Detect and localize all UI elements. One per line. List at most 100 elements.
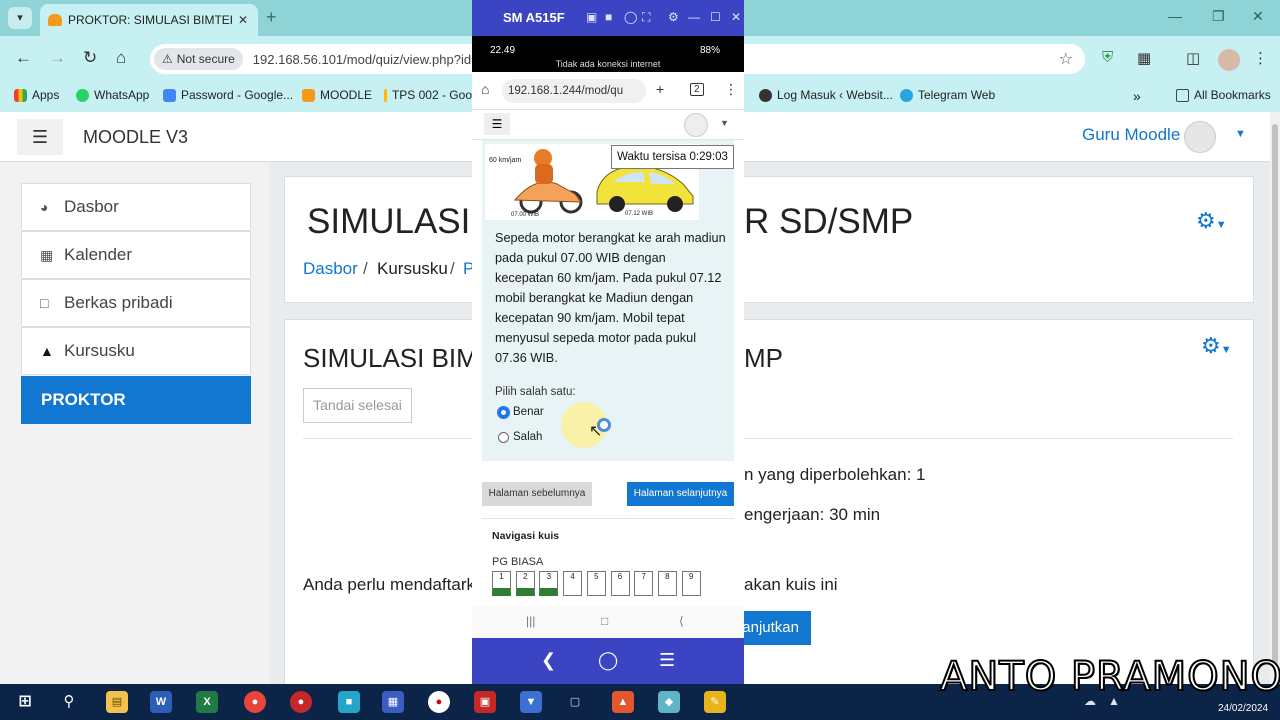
file-explorer-icon[interactable]: ▤ [106,691,128,713]
quiz-settings-gear-icon[interactable]: ⚙▼ [1201,333,1232,359]
home-icon[interactable]: ⌂ [116,48,126,68]
app-red-icon[interactable]: ● [290,691,312,713]
browser-tab-active[interactable]: PROKTOR: SIMULASI BIMTEK P ✕ [40,4,258,36]
sidebar-item-berkas[interactable]: □ Berkas pribadi [21,279,251,327]
breadcrumb-kursusku[interactable]: Kursusku [377,259,448,279]
bookmark-moodle[interactable]: MOODLE [302,88,372,102]
user-avatar[interactable] [1184,121,1216,153]
maximize-icon[interactable]: ☐ [710,10,721,24]
settings-icon[interactable]: ⚙ [668,10,679,24]
minimize-icon[interactable]: — [688,10,700,24]
radio-selected[interactable] [497,405,510,419]
scrollbar-thumb[interactable] [1272,124,1278,664]
bookmark-star-icon[interactable]: ☆ [1059,49,1073,69]
bookmark-log-masuk[interactable]: Log Masuk ‹ Websit... [759,88,893,102]
sidebar-item-proktor[interactable]: PROKTOR [21,376,251,424]
mirror-back-icon[interactable]: ❮ [541,650,556,671]
close-icon[interactable]: ✕ [731,10,741,24]
time-limit-text: engerjaan: 30 min [744,505,881,524]
network-app-icon[interactable]: ▦ [382,691,404,713]
sidebar-item-kursusku[interactable]: ▲ Kursusku [21,327,251,375]
user-name[interactable]: Guru Moodle [1082,125,1180,145]
previous-page-button[interactable]: Halaman sebelumnya [482,482,592,506]
side-panel-icon[interactable]: ◫ [1186,49,1200,67]
phone-tab-count[interactable]: 2 [690,83,704,96]
chrome-icon[interactable]: ● [244,691,266,713]
fullscreen-icon[interactable]: ⛶ [642,10,650,25]
new-tab-icon[interactable]: + [266,7,277,28]
windows-start-icon[interactable]: ⊞ [14,691,36,713]
orange-app-icon[interactable]: ▲ [612,691,634,713]
all-bookmarks[interactable]: All Bookmarks [1176,88,1271,102]
phone-user-caret-icon[interactable]: ▼ [720,118,729,128]
recorder-icon[interactable]: ● [428,691,450,713]
forward-icon[interactable]: → [49,48,66,68]
shield-extension-icon[interactable]: ⛨ [1102,49,1113,66]
profile-avatar[interactable] [1218,49,1240,71]
back-icon[interactable]: ← [15,48,32,68]
tab-search-button[interactable]: ▾ [8,7,32,29]
restore-icon[interactable]: ❐ [1212,8,1225,25]
page-scrollbar[interactable] [1270,112,1280,684]
bookmark-password[interactable]: Password - Google... [163,88,293,102]
editor-app-icon[interactable]: ✎ [704,691,726,713]
phone-home-icon[interactable]: ⌂ [481,81,489,97]
tab-close-icon[interactable]: ✕ [238,13,248,27]
question-nav-button[interactable]: 7 [634,571,654,596]
phone-back-icon[interactable]: ⟨ [679,614,684,628]
question-nav-button[interactable]: 1 [492,571,511,596]
breadcrumb-dasbor[interactable]: Dasbor [303,259,358,279]
bookmark-whatsapp[interactable]: WhatsApp [76,88,149,102]
bookmark-tps[interactable]: TPS 002 - Goo [384,88,472,102]
bookmark-telegram[interactable]: Telegram Web [900,88,995,102]
image-app-icon[interactable]: ▣ [474,691,496,713]
site-name[interactable]: MOODLE V3 [83,127,188,148]
question-nav-button[interactable]: 9 [681,571,701,596]
mirror-menu-icon[interactable]: ☰ [659,650,675,671]
next-page-button[interactable]: Halaman selanjutnya [627,482,734,506]
word-icon[interactable]: W [150,691,172,713]
minimize-icon[interactable]: — [1168,8,1182,24]
user-menu-caret-icon[interactable]: ▼ [1235,128,1246,140]
phone-user-avatar[interactable] [684,113,708,137]
not-secure-badge[interactable]: ⚠ Not secure [154,48,243,70]
record-icon[interactable]: ■ [605,10,612,24]
reload-icon[interactable]: ↻ [83,48,97,68]
sidebar-item-dasbor[interactable]: ◕ Dasbor [21,183,251,231]
question-nav-button[interactable]: 5 [586,571,606,596]
question-nav-button[interactable]: 4 [563,571,583,596]
mirror-app-icon[interactable]: ▼ [520,691,542,713]
bookmark-apps[interactable]: Apps [14,88,59,102]
quiz-title-left: SIMULASI BIM [303,343,478,373]
drawer-toggle-button[interactable]: ☰ [17,119,63,155]
question-nav-button[interactable]: 8 [657,571,677,596]
phone-url[interactable]: 192.168.1.244/mod/qu [502,79,646,103]
radio-unselected[interactable] [498,431,509,443]
teal-app-icon[interactable]: ◆ [658,691,680,713]
close-window-icon[interactable]: ✕ [1252,8,1264,25]
phone-menu-icon[interactable]: ⋮ [724,81,738,98]
question-nav-button[interactable]: 3 [539,571,559,596]
app-cyan-icon[interactable]: ■ [338,691,360,713]
option-salah[interactable]: Salah [498,431,542,443]
search-icon[interactable]: ⚲ [58,691,80,713]
header-settings-gear-icon[interactable]: ⚙▼ [1196,208,1227,234]
excel-icon[interactable]: X [196,691,218,713]
extensions-puzzle-icon[interactable]: ▦ [1137,49,1151,67]
phone-new-tab-icon[interactable]: + [656,81,664,97]
sidebar-item-kalender[interactable]: ▦ Kalender [21,231,251,279]
mirror-home-icon[interactable]: ◯ [598,650,618,671]
taskbar-date[interactable]: 24/02/2024 [1218,703,1268,714]
option-benar[interactable]: Benar [497,405,544,419]
mark-done-button[interactable]: Tandai selesai [303,388,412,423]
chrome-menu-icon[interactable]: ⋮ [1253,49,1268,67]
screenshot-icon[interactable]: ▣ [586,10,597,24]
bookmarks-overflow-icon[interactable]: » [1133,88,1141,104]
phone-drawer-button[interactable]: ☰ [484,113,510,135]
recents-icon[interactable]: ||| [526,614,535,628]
cube-app-icon[interactable]: ▢ [564,691,586,713]
question-nav-button[interactable]: 6 [610,571,630,596]
phone-home-button-icon[interactable]: □ [601,614,608,628]
question-nav-button[interactable]: 2 [515,571,535,596]
audio-icon[interactable]: ◯ [624,10,637,24]
